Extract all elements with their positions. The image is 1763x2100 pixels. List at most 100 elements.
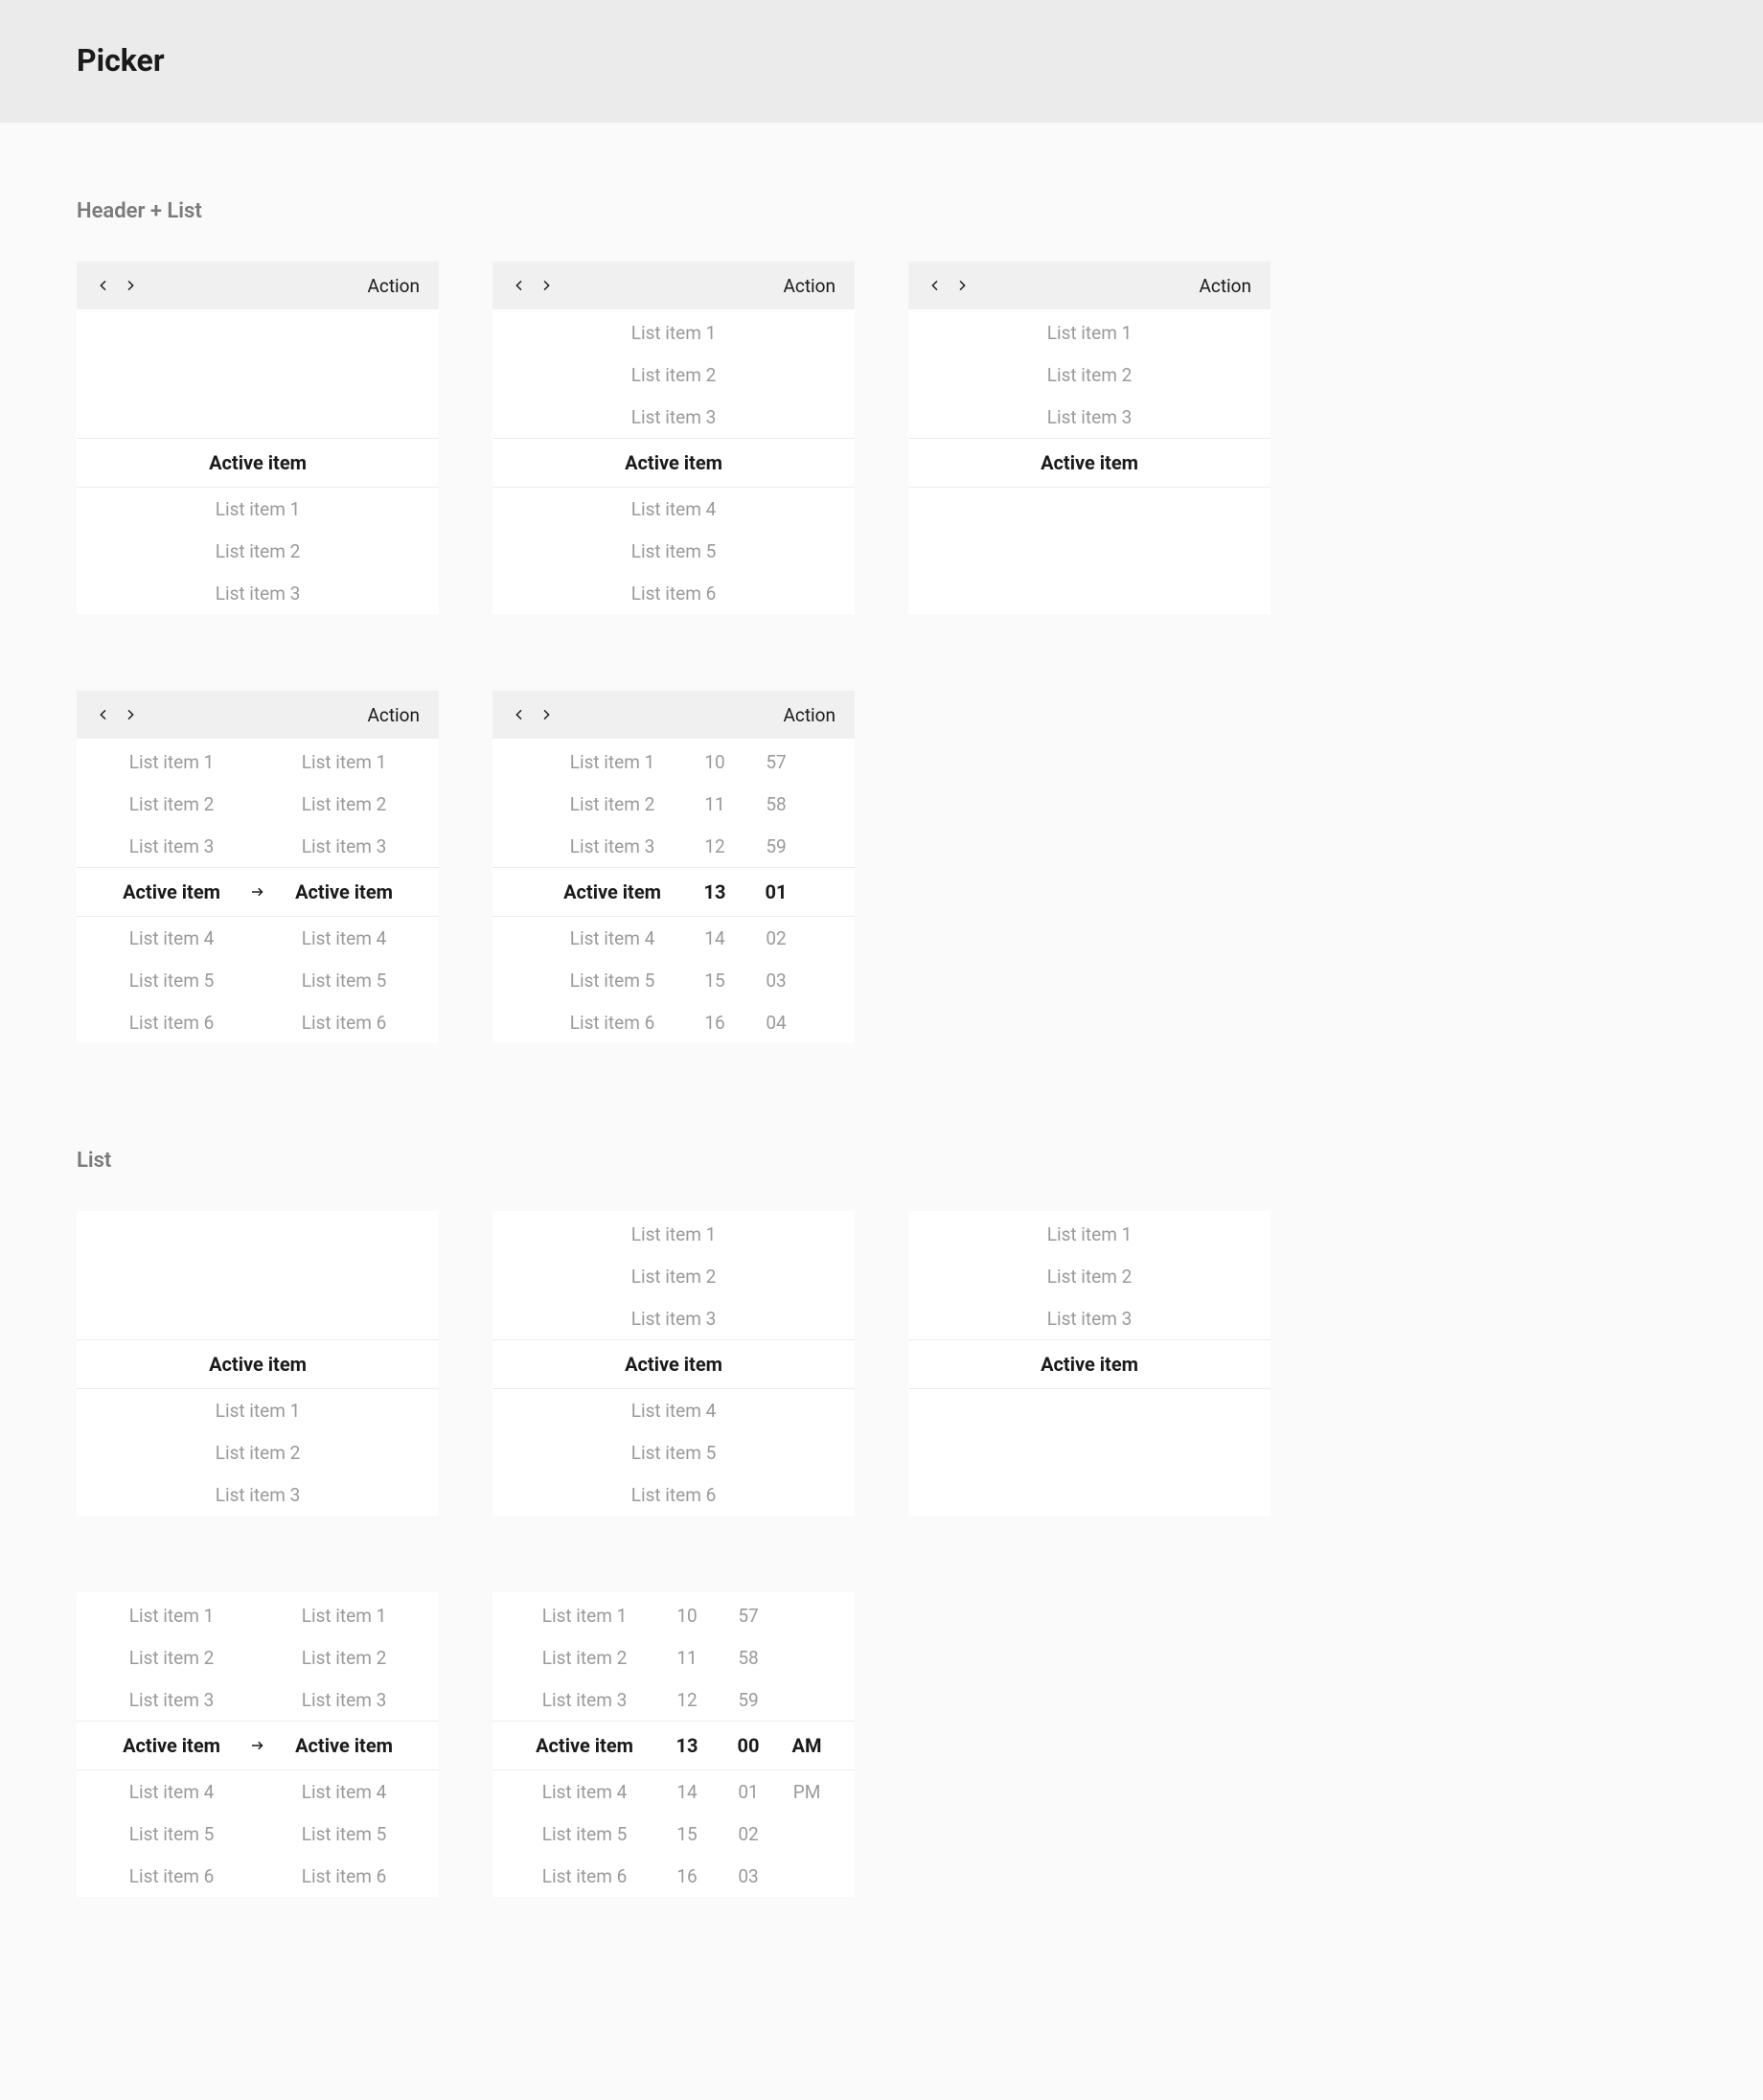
chevron-left-icon[interactable] [90, 272, 117, 299]
list-item[interactable]: List item 4 [110, 917, 234, 959]
active-item[interactable]: Active item [77, 1339, 439, 1389]
header-action[interactable]: Action [1199, 275, 1251, 297]
list-item[interactable]: List item 1 [551, 741, 675, 783]
list-item[interactable]: List item 2 [283, 1636, 406, 1678]
header-action[interactable]: Action [783, 275, 836, 297]
chevron-right-icon[interactable] [949, 272, 975, 299]
active-item[interactable]: 13 [684, 880, 745, 903]
active-item[interactable]: 13 [656, 1734, 718, 1757]
list-item[interactable]: List item 5 [110, 959, 234, 1001]
list-item[interactable]: List item 1 [908, 1213, 1271, 1255]
chevron-left-icon[interactable] [922, 272, 949, 299]
list-item[interactable]: PM [780, 1770, 835, 1813]
list-item[interactable]: 11 [663, 1636, 710, 1678]
list-item[interactable]: List item 1 [110, 741, 234, 783]
list-item[interactable]: 02 [752, 917, 799, 959]
list-item[interactable]: 11 [691, 783, 738, 825]
list-item[interactable]: List item 3 [908, 396, 1271, 438]
list-item[interactable]: List item 2 [492, 354, 855, 396]
list-item[interactable]: List item 2 [523, 1636, 647, 1678]
list-item[interactable]: 10 [691, 741, 738, 783]
list-item[interactable]: List item 2 [492, 1255, 855, 1297]
active-item[interactable]: Active item [492, 1339, 855, 1389]
list-item[interactable]: List item 3 [77, 572, 439, 614]
list-item[interactable]: List item 3 [110, 825, 234, 867]
list-item[interactable]: List item 4 [110, 1770, 234, 1813]
list-item[interactable]: List item 6 [523, 1855, 647, 1897]
list-item[interactable]: List item 1 [908, 311, 1271, 354]
list-item[interactable]: 58 [752, 783, 799, 825]
list-item[interactable]: List item 1 [77, 1389, 439, 1431]
list-item[interactable]: List item 2 [908, 354, 1271, 396]
list-item[interactable]: 14 [691, 917, 738, 959]
active-item[interactable]: Active item [513, 1734, 656, 1757]
list-item[interactable]: List item 3 [523, 1678, 647, 1721]
header-action[interactable]: Action [783, 704, 836, 726]
list-item[interactable]: List item 2 [283, 783, 406, 825]
active-item[interactable]: Active item [77, 438, 439, 488]
active-item[interactable]: Active item [908, 1339, 1271, 1389]
list-item[interactable]: List item 1 [492, 1213, 855, 1255]
active-item[interactable]: Active item [272, 1734, 416, 1757]
header-action[interactable]: Action [367, 275, 420, 297]
list-item[interactable]: List item 4 [283, 917, 406, 959]
active-item[interactable]: AM [779, 1734, 835, 1757]
active-item[interactable]: Active item [100, 1734, 243, 1757]
list-item[interactable]: 59 [752, 825, 799, 867]
active-item[interactable]: Active item [540, 880, 684, 903]
list-item[interactable]: 04 [752, 1001, 799, 1043]
list-item[interactable]: List item 5 [110, 1813, 234, 1855]
list-item[interactable]: List item 1 [283, 741, 406, 783]
list-item[interactable]: List item 4 [523, 1770, 647, 1813]
chevron-left-icon[interactable] [506, 272, 533, 299]
list-item[interactable]: List item 2 [110, 1636, 234, 1678]
list-item[interactable]: List item 6 [492, 1473, 855, 1516]
list-item[interactable]: 02 [724, 1813, 771, 1855]
list-item[interactable]: 03 [752, 959, 799, 1001]
list-item[interactable]: List item 6 [492, 572, 855, 614]
list-item[interactable]: 57 [752, 741, 799, 783]
list-item[interactable]: List item 3 [110, 1678, 234, 1721]
list-item[interactable]: List item 1 [523, 1594, 647, 1636]
list-item[interactable]: List item 3 [77, 1473, 439, 1516]
chevron-left-icon[interactable] [506, 701, 533, 728]
list-item[interactable]: List item 3 [908, 1297, 1271, 1339]
list-item[interactable]: List item 1 [110, 1594, 234, 1636]
header-action[interactable]: Action [367, 704, 420, 726]
list-item[interactable]: 59 [724, 1678, 771, 1721]
list-item[interactable]: List item 3 [283, 1678, 406, 1721]
chevron-left-icon[interactable] [90, 701, 117, 728]
list-item[interactable]: List item 3 [283, 825, 406, 867]
active-item[interactable]: Active item [100, 880, 243, 903]
list-item[interactable]: List item 4 [283, 1770, 406, 1813]
list-item[interactable]: List item 2 [110, 783, 234, 825]
list-item[interactable]: 16 [691, 1001, 738, 1043]
list-item[interactable]: List item 2 [77, 530, 439, 572]
list-item[interactable]: List item 5 [492, 530, 855, 572]
active-item[interactable]: Active item [272, 880, 416, 903]
chevron-right-icon[interactable] [117, 701, 144, 728]
list-item[interactable]: List item 5 [283, 959, 406, 1001]
list-item[interactable]: List item 1 [492, 311, 855, 354]
list-item[interactable]: List item 5 [492, 1431, 855, 1473]
list-item[interactable]: List item 3 [492, 1297, 855, 1339]
list-item[interactable]: 16 [663, 1855, 710, 1897]
list-item[interactable]: List item 5 [523, 1813, 647, 1855]
list-item[interactable]: List item 4 [492, 488, 855, 530]
list-item[interactable]: 14 [663, 1770, 710, 1813]
active-item[interactable]: 00 [718, 1734, 779, 1757]
list-item[interactable]: 58 [724, 1636, 771, 1678]
list-item[interactable]: List item 4 [551, 917, 675, 959]
list-item[interactable]: 15 [691, 959, 738, 1001]
active-item[interactable]: Active item [492, 438, 855, 488]
list-item[interactable]: List item 1 [283, 1594, 406, 1636]
list-item[interactable]: List item 1 [77, 488, 439, 530]
list-item[interactable]: List item 2 [77, 1431, 439, 1473]
chevron-right-icon[interactable] [117, 272, 144, 299]
chevron-right-icon[interactable] [533, 701, 560, 728]
list-item[interactable]: List item 3 [492, 396, 855, 438]
list-item[interactable]: List item 2 [551, 783, 675, 825]
list-item[interactable]: List item 5 [283, 1813, 406, 1855]
list-item[interactable]: List item 6 [110, 1855, 234, 1897]
list-item[interactable]: List item 6 [110, 1001, 234, 1043]
